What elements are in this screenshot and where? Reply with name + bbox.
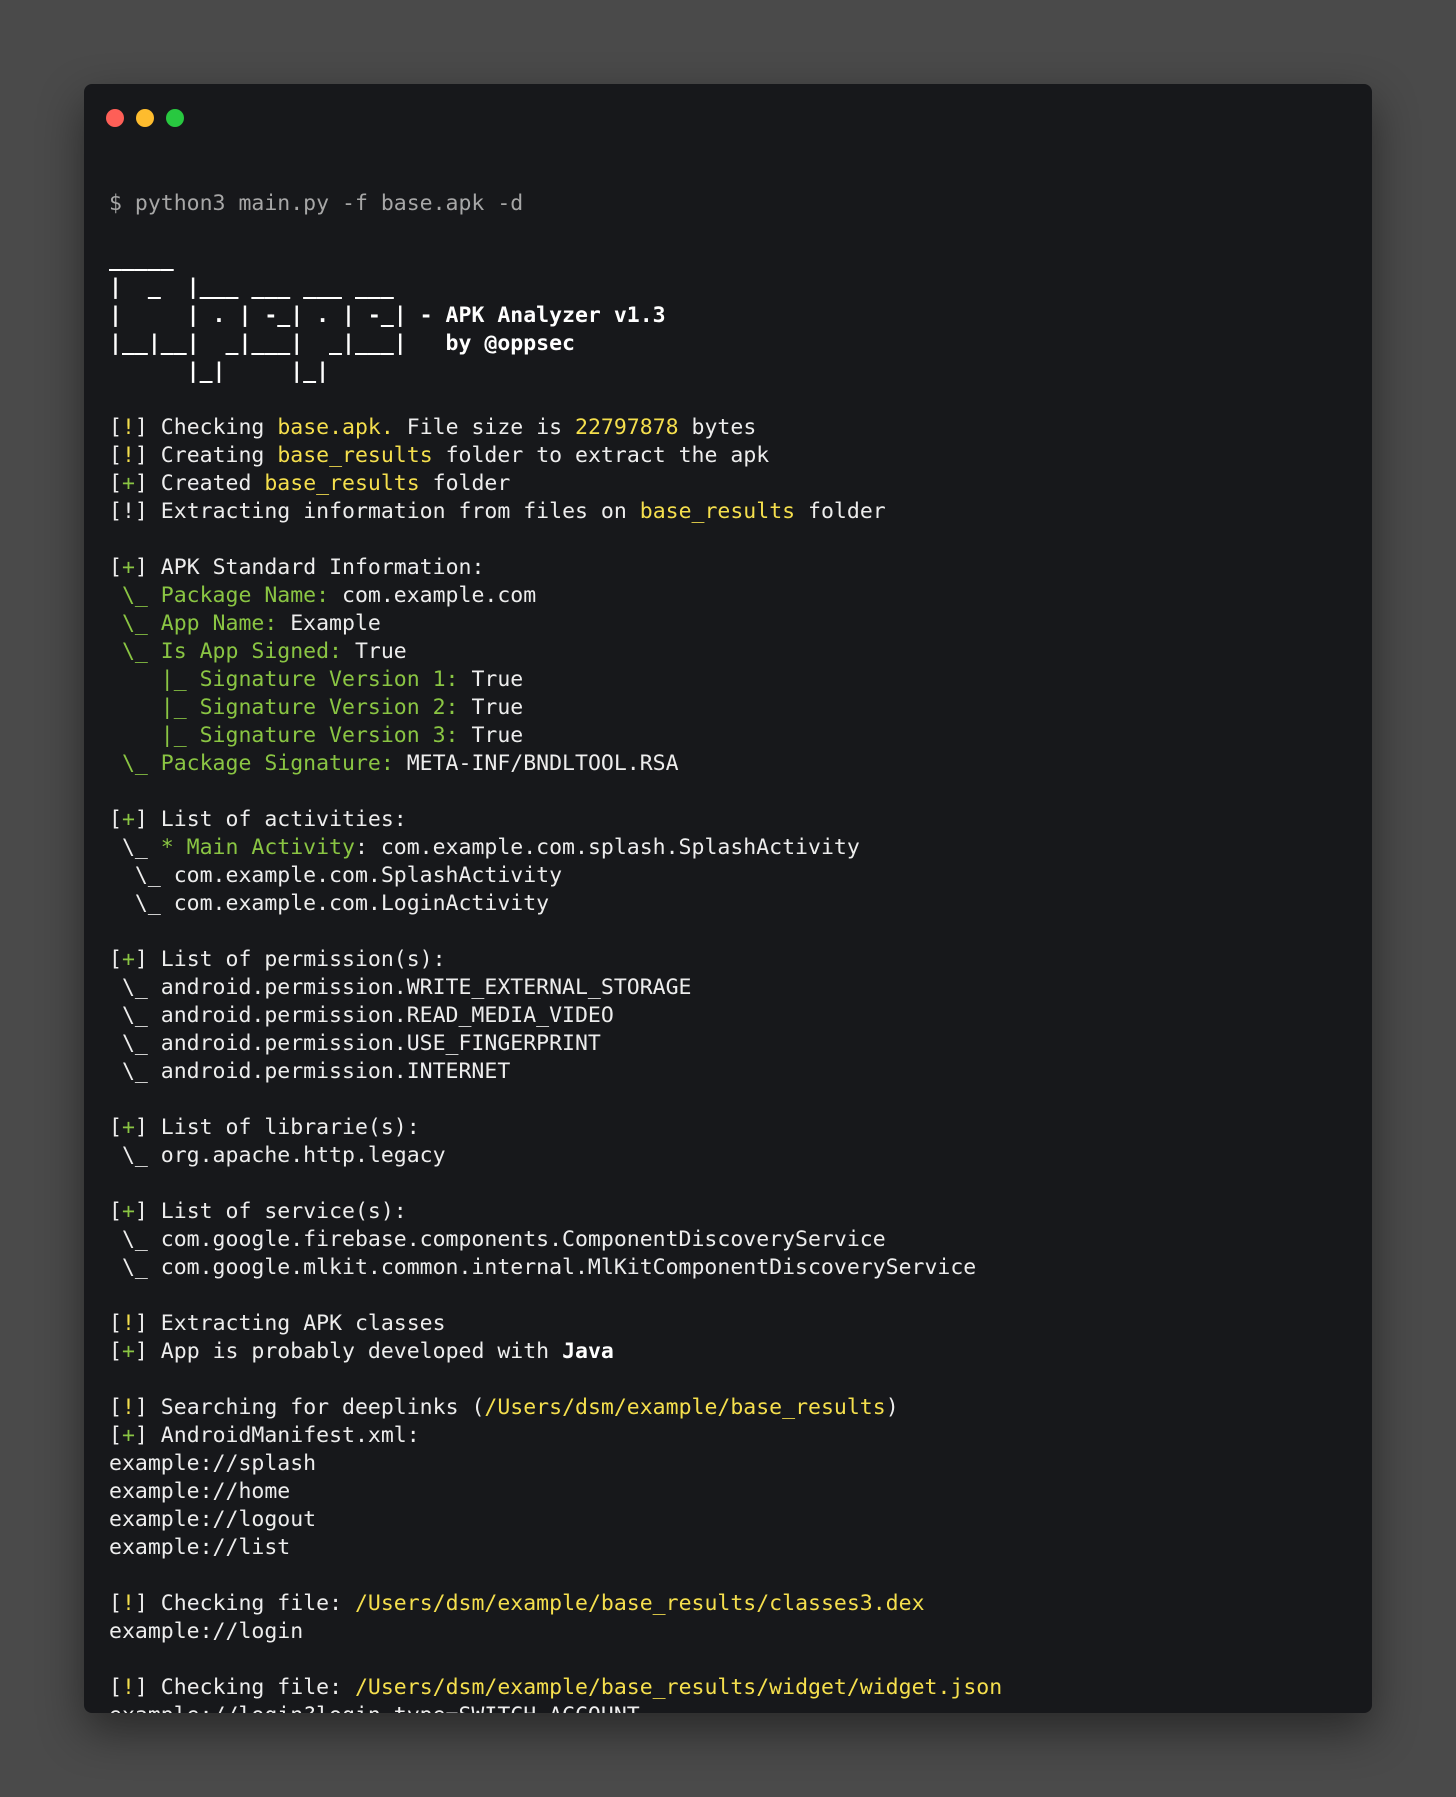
main-activity: \_ * Main Activity: com.example.com.spla… (109, 835, 860, 860)
app-signed: \_ Is App Signed: True (109, 639, 407, 664)
minimize-icon[interactable] (136, 109, 154, 127)
permission-item: \_ android.permission.READ_MEDIA_VIDEO (109, 1003, 614, 1028)
permission-item: \_ android.permission.INTERNET (109, 1059, 511, 1084)
banner-line-4: |__|__| _|___| _|___| by @oppsec (109, 331, 575, 356)
window-controls (106, 109, 184, 127)
terminal-output[interactable]: $ python3 main.py -f base.apk -d _____ | _… (109, 162, 1352, 1713)
close-icon[interactable] (106, 109, 124, 127)
library-item: \_ org.apache.http.legacy (109, 1143, 446, 1168)
banner-line-5: |_| |_| (109, 359, 330, 384)
deeplink-item: example://splash (109, 1451, 317, 1476)
terminal-window: $ python3 main.py -f base.apk -d _____ | _… (84, 84, 1372, 1713)
checking-file-dex: [!] Checking file: /Users/dsm/example/ba… (109, 1591, 925, 1616)
developed-with: [+] App is probably developed with Java (109, 1339, 614, 1364)
package-name: \_ Package Name: com.example.com (109, 583, 537, 608)
service-item: \_ com.google.mlkit.common.internal.MlKi… (109, 1255, 977, 1280)
standard-info-header: [+] APK Standard Information: (109, 555, 485, 580)
activities-header: [+] List of activities: (109, 807, 407, 832)
libraries-header: [+] List of librarie(s): (109, 1115, 420, 1140)
signature-v3: |_ Signature Version 3: True (109, 723, 524, 748)
manifest-header: [+] AndroidManifest.xml: (109, 1423, 420, 1448)
created-folder: [+] Created base_results folder (109, 471, 511, 496)
signature-v1: |_ Signature Version 1: True (109, 667, 524, 692)
permissions-header: [+] List of permission(s): (109, 947, 446, 972)
deeplink-item: example://home (109, 1479, 291, 1504)
deeplink-item: example://login (109, 1619, 304, 1644)
app-name: \_ App Name: Example (109, 611, 381, 636)
extracting-info: [!] Extracting information from files on… (109, 499, 886, 524)
activity-item: \_ com.example.com.LoginActivity (109, 891, 550, 916)
package-signature: \_ Package Signature: META-INF/BNDLTOOL.… (109, 751, 679, 776)
creating-folder: [!] Creating base_results folder to extr… (109, 443, 770, 468)
signature-v2: |_ Signature Version 2: True (109, 695, 524, 720)
activity-item: \_ com.example.com.SplashActivity (109, 863, 563, 888)
maximize-icon[interactable] (166, 109, 184, 127)
service-item: \_ com.google.firebase.components.Compon… (109, 1227, 886, 1252)
banner-line-3: | | . | -_| . | -_| - APK Analyzer v1.3 (109, 303, 666, 328)
deeplink-item: example://logout (109, 1507, 317, 1532)
checking-file-widget: [!] Checking file: /Users/dsm/example/ba… (109, 1675, 1003, 1700)
banner-line-1: _____ (109, 247, 174, 272)
extract-classes: [!] Extracting APK classes (109, 1311, 446, 1336)
deeplink-item: example://list (109, 1535, 291, 1560)
services-header: [+] List of service(s): (109, 1199, 407, 1224)
deeplink-item: example://login?login_type=SWITCH_ACCOUN… (109, 1702, 1352, 1713)
searching-deeplinks: [!] Searching for deeplinks (/Users/dsm/… (109, 1395, 899, 1420)
command-line: $ python3 main.py -f base.apk -d (109, 191, 524, 216)
check-file-size: [!] Checking base.apk. File size is 2279… (109, 415, 757, 440)
permission-item: \_ android.permission.USE_FINGERPRINT (109, 1031, 601, 1056)
permission-item: \_ android.permission.WRITE_EXTERNAL_STO… (109, 975, 692, 1000)
banner-line-2: | _ |___ ___ ___ ___ (109, 275, 394, 300)
